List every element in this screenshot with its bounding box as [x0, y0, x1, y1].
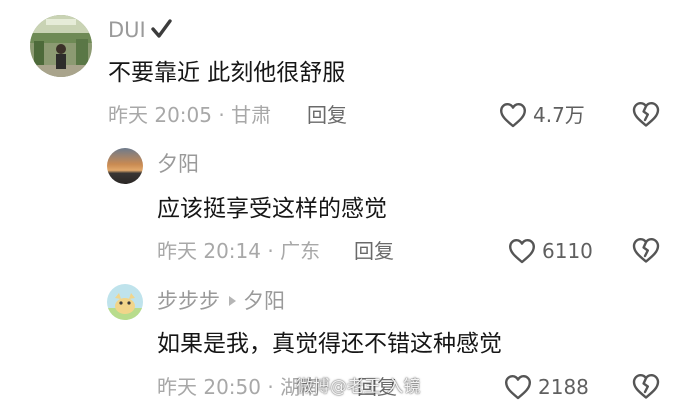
- author-name: DUI: [108, 18, 146, 42]
- triangle-right-icon: [229, 296, 236, 306]
- dislike-button[interactable]: [631, 236, 661, 266]
- comment-text: 不要靠近 此刻他很舒服: [108, 60, 346, 86]
- author-name: 夕阳: [157, 152, 199, 176]
- comment-text: 应该挺享受这样的感觉: [157, 196, 387, 222]
- heart-icon: [499, 102, 527, 128]
- like-count: 4.7万: [533, 103, 585, 127]
- comment-meta: 昨天 20:14 · 广东: [157, 239, 321, 263]
- comment-text: 如果是我，真觉得还不错这种感觉: [157, 331, 502, 357]
- like-button[interactable]: 2188: [504, 372, 589, 402]
- checkmark-icon: [150, 18, 172, 47]
- like-count: 2188: [538, 375, 589, 399]
- reply-button[interactable]: 回复: [354, 238, 394, 264]
- comment-author[interactable]: 步步步 夕阳: [157, 287, 285, 315]
- comment-author[interactable]: 夕阳: [157, 150, 199, 178]
- avatar-photo: [30, 15, 92, 77]
- broken-heart-icon: [631, 102, 661, 132]
- like-button[interactable]: 4.7万: [499, 100, 585, 130]
- reply-button[interactable]: 回复: [307, 102, 347, 128]
- avatar[interactable]: [107, 148, 143, 184]
- avatar-photo: [107, 284, 143, 320]
- reply-to-name[interactable]: 夕阳: [243, 289, 285, 313]
- weibo-watermark: 微博@老王 入镜: [296, 377, 421, 397]
- dislike-button[interactable]: [631, 372, 661, 402]
- comment-author[interactable]: DUI: [108, 16, 172, 47]
- like-button[interactable]: 6110: [508, 236, 593, 266]
- comment-thread: DUI 不要靠近 此刻他很舒服 昨天 20:05 · 甘肃 回复 4.7万 夕阳…: [0, 0, 690, 409]
- dislike-button[interactable]: [631, 100, 661, 130]
- comment-meta: 昨天 20:05 · 甘肃: [108, 103, 272, 127]
- broken-heart-icon: [631, 238, 661, 268]
- avatar[interactable]: [30, 15, 92, 77]
- avatar-photo: [107, 148, 143, 184]
- avatar[interactable]: [107, 284, 143, 320]
- like-count: 6110: [542, 239, 593, 263]
- broken-heart-icon: [631, 374, 661, 404]
- heart-icon: [504, 374, 532, 400]
- author-name: 步步步: [157, 289, 220, 313]
- heart-icon: [508, 238, 536, 264]
